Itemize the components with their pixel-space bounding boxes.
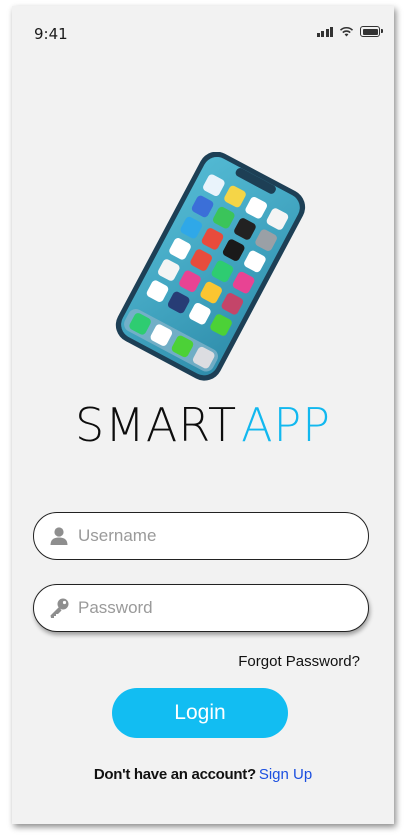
app-logo: SMARTAPP: [12, 398, 394, 452]
password-field[interactable]: [33, 584, 369, 632]
status-time: 9:41: [34, 25, 68, 43]
signup-prompt: Don't have an account? Sign Up: [12, 766, 394, 783]
logo-text-smart: SMART: [74, 398, 238, 452]
username-input[interactable]: [78, 526, 328, 546]
battery-icon: [360, 26, 383, 37]
smartphone-illustration: [110, 151, 310, 382]
signup-link[interactable]: Sign Up: [259, 766, 312, 783]
cellular-signal-icon: [316, 26, 333, 37]
logo-text-app: APP: [241, 398, 332, 452]
smartphone-image: [115, 151, 306, 381]
key-icon: [48, 597, 70, 619]
username-field[interactable]: [33, 512, 369, 560]
user-icon: [48, 525, 70, 547]
forgot-password-link[interactable]: Forgot Password?: [238, 653, 360, 670]
password-input[interactable]: [78, 598, 328, 618]
status-icons: [316, 26, 383, 37]
signup-question: Don't have an account?: [93, 766, 256, 783]
app-screen: 9:41 SMARTAPP Username Forgot Password? …: [12, 6, 394, 824]
login-button[interactable]: Login: [112, 688, 288, 738]
wifi-icon: [339, 26, 354, 37]
